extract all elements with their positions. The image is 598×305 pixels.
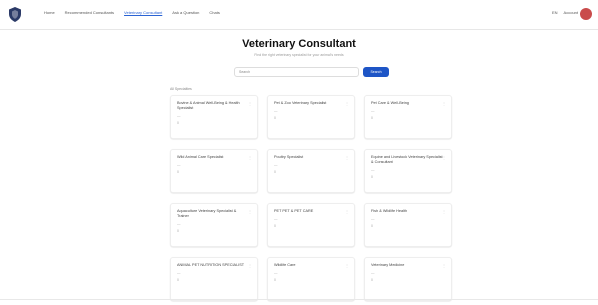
user-avatar[interactable] (580, 8, 592, 20)
specialist-card[interactable]: PET PET & PET CARE ⋮ — 0 (267, 203, 355, 247)
more-vertical-icon[interactable]: ⋮ (442, 263, 446, 268)
search-input[interactable]: Search (234, 67, 359, 77)
nav-ask-question[interactable]: Ask a Question (172, 10, 199, 15)
card-count: 0 (274, 116, 276, 120)
nav-chats[interactable]: Chats (209, 10, 219, 15)
card-count: 0 (177, 278, 179, 282)
more-vertical-icon[interactable]: ⋮ (248, 209, 252, 214)
specialist-card[interactable]: Aquaculture Veterinary Specialist & Trai… (170, 203, 258, 247)
card-title: Pet Care & Well-Being (371, 101, 409, 105)
card-title: PET PET & PET CARE (274, 209, 314, 213)
more-vertical-icon[interactable]: ⋮ (248, 263, 252, 268)
specialist-card[interactable]: Poultry Specialist ⋮ — 0 (267, 149, 355, 193)
main-nav: Home Recommended Consultants Veterinary … (44, 10, 230, 15)
nav-veterinary-consultant[interactable]: Veterinary Consultant (124, 10, 162, 15)
card-meta: — (274, 271, 278, 275)
specialist-card[interactable]: Equine and Livestock Veterinary Speciali… (364, 149, 452, 193)
nav-recommended-consultants[interactable]: Recommended Consultants (65, 10, 114, 15)
search-button[interactable]: Search (363, 67, 389, 77)
card-count: 0 (274, 224, 276, 228)
specialist-card[interactable]: ANIMAL PET NUTRITION SPECIALIST ⋮ — 0 (170, 257, 258, 301)
top-navigation-bar: Home Recommended Consultants Veterinary … (0, 0, 598, 30)
card-title: Wildlife Care (274, 263, 296, 267)
specialist-card[interactable]: Fish & Wildlife Health ⋮ — 0 (364, 203, 452, 247)
card-title: Bovine & Animal Well-Being & Health Spec… (177, 101, 240, 110)
specialist-card[interactable]: Pet Care & Well-Being ⋮ — 0 (364, 95, 452, 139)
more-vertical-icon[interactable]: ⋮ (248, 155, 252, 160)
specialist-card[interactable]: Pet & Zoo Veterinary Specialist ⋮ — 0 (267, 95, 355, 139)
more-vertical-icon[interactable]: ⋮ (345, 155, 349, 160)
card-count: 0 (177, 229, 179, 233)
shield-icon[interactable] (8, 7, 22, 22)
more-vertical-icon[interactable]: ⋮ (248, 101, 252, 106)
card-meta: — (177, 271, 181, 275)
card-meta: — (371, 168, 375, 172)
section-label: All Specialties (170, 87, 192, 91)
card-meta: — (274, 109, 278, 113)
specialist-card[interactable]: Bovine & Animal Well-Being & Health Spec… (170, 95, 258, 139)
more-vertical-icon[interactable]: ⋮ (345, 101, 349, 106)
card-title: Pet & Zoo Veterinary Specialist (274, 101, 327, 105)
card-count: 0 (371, 224, 373, 228)
card-count: 0 (274, 278, 276, 282)
card-count: 0 (371, 175, 373, 179)
specialist-card[interactable]: Wild Animal Care Specialist ⋮ — 0 (170, 149, 258, 193)
card-title: Equine and Livestock Veterinary Speciali… (371, 155, 443, 164)
card-title: Fish & Wildlife Health (371, 209, 408, 213)
divider (0, 299, 598, 300)
card-count: 0 (371, 278, 373, 282)
more-vertical-icon[interactable]: ⋮ (442, 155, 446, 160)
card-meta: — (177, 222, 181, 226)
nav-right-controls: EN Account (552, 10, 578, 15)
specialist-grid: Bovine & Animal Well-Being & Health Spec… (170, 95, 452, 301)
specialist-card[interactable]: Veterinary Medicine ⋮ — 0 (364, 257, 452, 301)
language-selector[interactable]: EN (552, 10, 558, 15)
more-vertical-icon[interactable]: ⋮ (442, 101, 446, 106)
card-meta: — (371, 271, 375, 275)
nav-home[interactable]: Home (44, 10, 55, 15)
card-count: 0 (274, 170, 276, 174)
card-meta: — (371, 217, 375, 221)
card-title: ANIMAL PET NUTRITION SPECIALIST (177, 263, 245, 267)
card-title: Wild Animal Care Specialist (177, 155, 224, 159)
more-vertical-icon[interactable]: ⋮ (345, 263, 349, 268)
card-title: Aquaculture Veterinary Specialist & Trai… (177, 209, 237, 218)
card-meta: — (177, 163, 181, 167)
card-title: Poultry Specialist (274, 155, 304, 159)
card-title: Veterinary Medicine (371, 263, 405, 267)
card-count: 0 (177, 170, 179, 174)
card-meta: — (177, 114, 181, 118)
more-vertical-icon[interactable]: ⋮ (442, 209, 446, 214)
card-meta: — (371, 109, 375, 113)
account-menu[interactable]: Account (564, 10, 578, 15)
card-meta: — (274, 217, 278, 221)
card-count: 0 (371, 116, 373, 120)
card-meta: — (274, 163, 278, 167)
specialist-card[interactable]: Wildlife Care ⋮ — 0 (267, 257, 355, 301)
more-vertical-icon[interactable]: ⋮ (345, 209, 349, 214)
card-count: 0 (177, 121, 179, 125)
page-subtitle: Find the right veterinary specialist for… (254, 53, 344, 57)
page-title: Veterinary Consultant (242, 38, 356, 50)
